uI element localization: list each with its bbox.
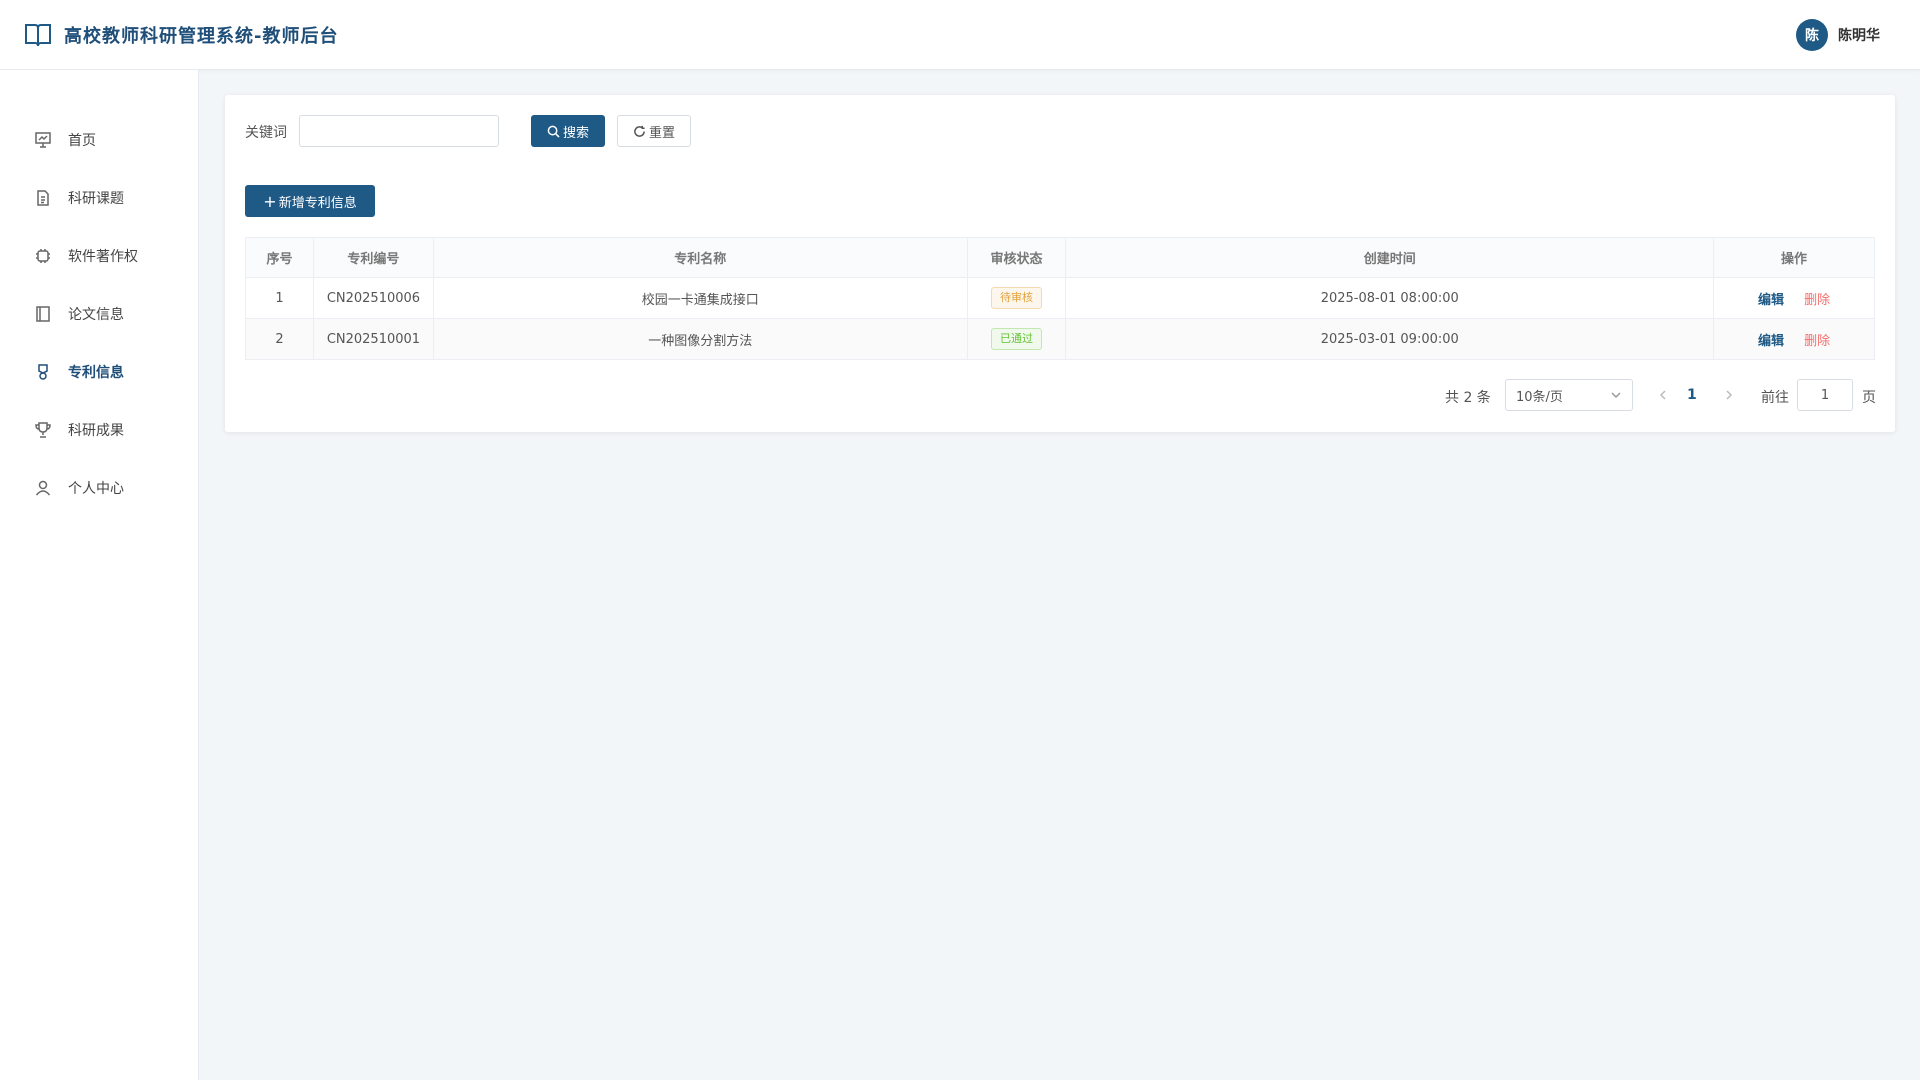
status-badge: 待审核 [991,287,1043,309]
chevron-down-icon [1611,392,1621,399]
goto-suffix: 页 [1862,390,1876,406]
add-patent-button-label: 新增专利信息 [278,195,357,211]
column-header-name: 专利名称 [432,237,968,278]
goto-page-input[interactable] [1797,379,1853,411]
page-size-value: 10条/页 [1516,389,1563,405]
page-size-select[interactable]: 10条/页 [1505,379,1633,411]
search-icon [547,125,560,138]
goto-label: 前往 [1761,390,1789,406]
reset-button[interactable]: 重置 [617,115,691,147]
column-header-actions: 操作 [1713,237,1875,278]
chevron-left-icon [1659,390,1666,400]
patent-table: 序号 专利编号 专利名称 审核状态 创建时间 操作 1 CN202510006 … [245,237,1875,360]
next-page-button[interactable] [1723,387,1735,403]
sidebar-item-papers[interactable]: 论文信息 [0,290,199,338]
user-menu[interactable]: 陈 陈明华 [1796,19,1880,51]
status-badge: 已通过 [991,328,1043,350]
sidebar-item-achievements[interactable]: 科研成果 [0,406,199,454]
sidebar-item-label: 个人中心 [68,481,124,497]
sidebar-item-patents[interactable]: 专利信息 [0,348,199,396]
cell-index: 2 [245,318,314,360]
sidebar-item-label: 专利信息 [68,365,124,381]
reset-button-label: 重置 [648,125,675,141]
sidebar: 首页 科研课题 软件著作权 论文信息 专利信息 科研成果 个人中心 [0,70,199,1080]
add-patent-button[interactable]: + 新增专利信息 [245,185,375,217]
plus-icon: + [263,191,277,211]
search-button[interactable]: 搜索 [531,115,605,147]
cell-created: 2025-03-01 09:00:00 [1065,318,1715,360]
delete-button[interactable]: 删除 [1804,293,1830,308]
search-button-label: 搜索 [562,125,589,141]
document-icon [34,189,52,207]
column-header-index: 序号 [245,237,314,278]
cpu-icon [34,247,52,265]
column-header-created: 创建时间 [1065,237,1715,278]
user-name[interactable]: 陈明华 [1838,25,1880,45]
cell-code: CN202510006 [312,277,434,319]
main-card: 关键词 搜索 重置 + 新增专利信息 序号 专利编号 专利名称 审核状态 创建时… [225,95,1895,432]
chart-board-icon [34,131,52,149]
sidebar-item-label: 首页 [68,133,96,149]
user-icon [34,479,52,497]
cell-name: 校园一卡通集成接口 [432,277,968,319]
cell-created: 2025-08-01 08:00:00 [1065,277,1715,319]
cell-code: CN202510001 [312,318,434,360]
cell-status: 已通过 [966,318,1067,360]
table-row: 2 CN202510001 一种图像分割方法 已通过 2025-03-01 09… [245,318,1875,360]
cell-actions: 编辑 删除 [1713,318,1875,360]
sidebar-item-label: 科研课题 [68,191,124,207]
sidebar-item-label: 软件著作权 [68,249,138,265]
delete-button[interactable]: 删除 [1804,334,1830,349]
top-header: 高校教师科研管理系统-教师后台 陈 陈明华 [0,0,1920,70]
table-header-row: 序号 专利编号 专利名称 审核状态 创建时间 操作 [245,237,1875,278]
cell-status: 待审核 [966,277,1067,319]
current-page[interactable]: 1 [1687,387,1697,403]
edit-button[interactable]: 编辑 [1758,334,1784,349]
column-header-status: 审核状态 [966,237,1067,278]
app-title: 高校教师科研管理系统-教师后台 [64,26,339,47]
refresh-icon [634,125,645,137]
chevron-right-icon [1726,390,1733,400]
sidebar-item-label: 论文信息 [68,307,124,323]
edit-button[interactable]: 编辑 [1758,293,1784,308]
keyword-label: 关键词 [245,125,287,141]
table-row: 1 CN202510006 校园一卡通集成接口 待审核 2025-08-01 0… [245,277,1875,319]
trophy-icon [34,421,52,439]
pagination-total: 共 2 条 [1445,390,1491,406]
prev-page-button[interactable] [1657,387,1669,403]
avatar[interactable]: 陈 [1796,19,1828,51]
column-header-code: 专利编号 [312,237,434,278]
sidebar-item-home[interactable]: 首页 [0,116,199,164]
sidebar-item-software-copyright[interactable]: 软件著作权 [0,232,199,280]
cell-name: 一种图像分割方法 [432,318,968,360]
book-open-icon [24,22,52,48]
sidebar-item-profile[interactable]: 个人中心 [0,464,199,512]
sidebar-item-research-topics[interactable]: 科研课题 [0,174,199,222]
medal-icon [34,363,52,381]
cell-actions: 编辑 删除 [1713,277,1875,319]
sidebar-item-label: 科研成果 [68,423,124,439]
notebook-icon [34,305,52,323]
cell-index: 1 [245,277,314,319]
keyword-input[interactable] [299,115,499,147]
